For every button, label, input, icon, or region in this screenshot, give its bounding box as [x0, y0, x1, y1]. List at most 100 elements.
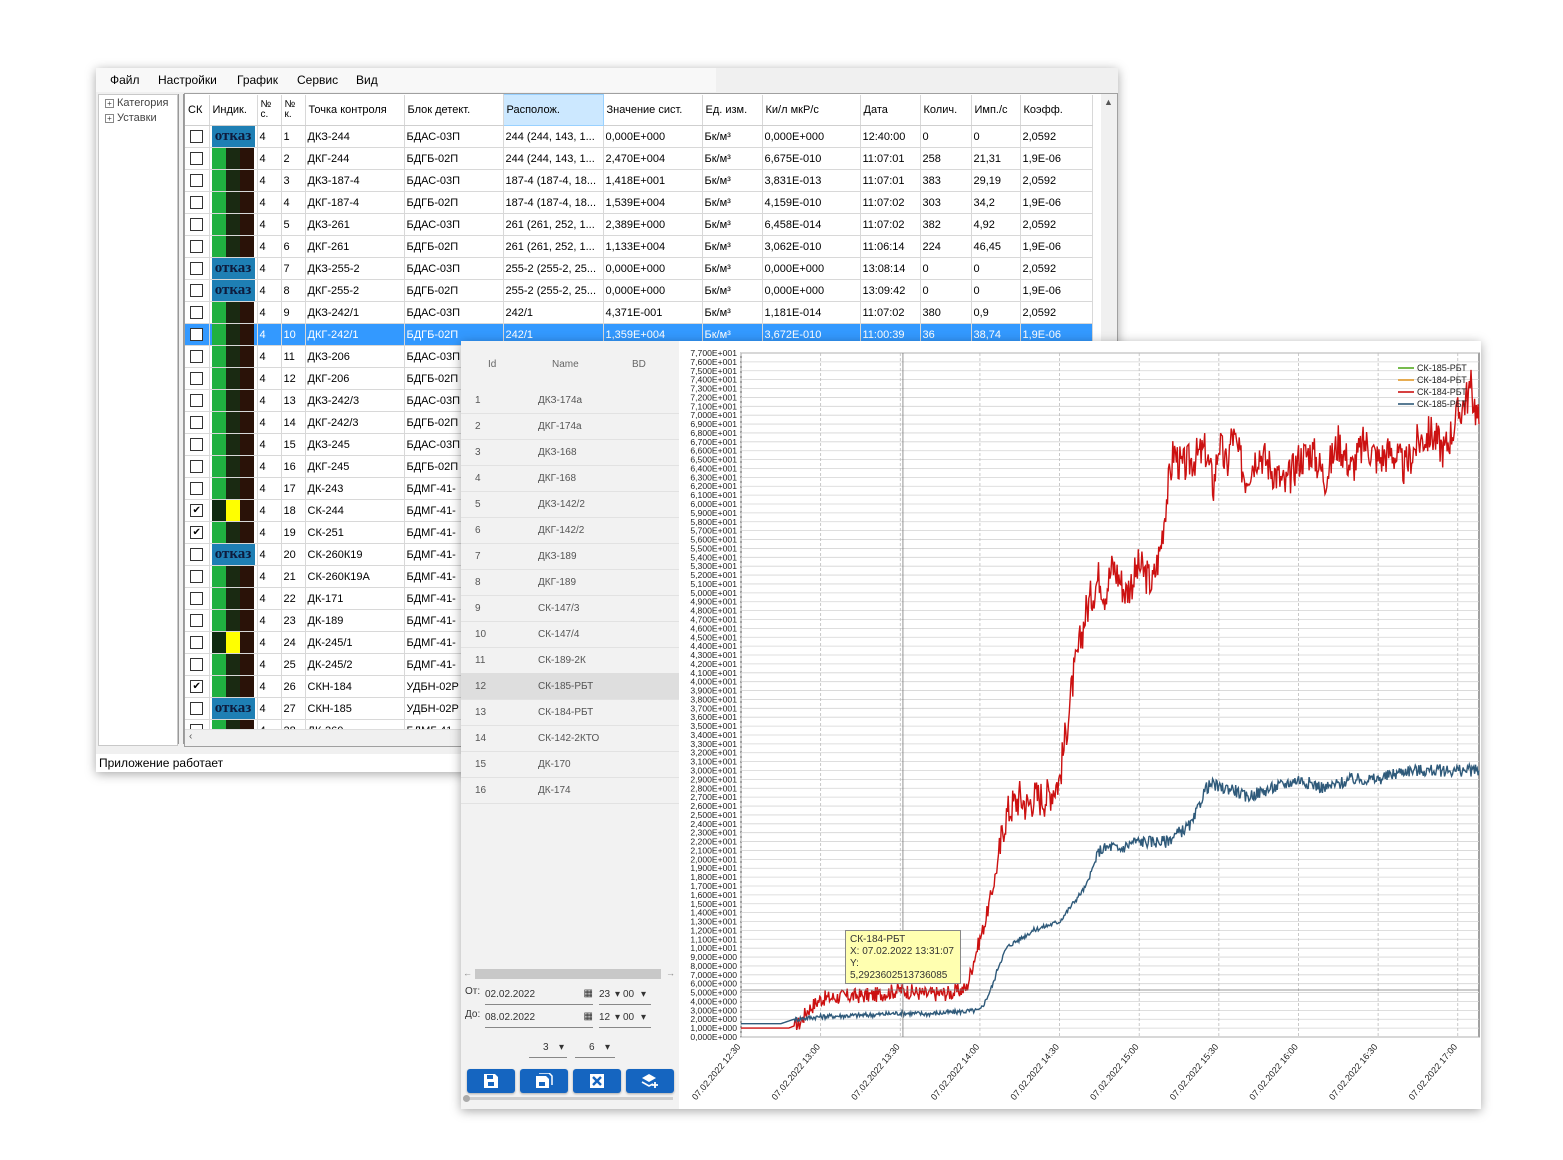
- row-checkbox[interactable]: [190, 614, 204, 627]
- save-all-button[interactable]: [520, 1069, 568, 1093]
- row-checkbox[interactable]: [190, 548, 204, 561]
- table-row[interactable]: 4 3 ДКЗ-187-4 БДАС-03П 187-4 (187-4, 18... 1,…: [185, 169, 1093, 192]
- list-item[interactable]: 15 ДК-170: [461, 751, 679, 778]
- row-checkbox[interactable]: [190, 658, 204, 671]
- table-row[interactable]: 4 5 ДКЗ-261 БДАС-03П 261 (261, 252, 1... 2,38…: [185, 213, 1093, 236]
- menu-service[interactable]: Сервис: [297, 73, 338, 87]
- list-header-bd[interactable]: BD: [632, 359, 646, 370]
- list-item[interactable]: 9 СК-147/3: [461, 595, 679, 622]
- clear-button[interactable]: [573, 1069, 621, 1093]
- row-checkbox[interactable]: [190, 394, 204, 407]
- table-row[interactable]: отказ 4 1 ДКЗ-244 БДАС-03П 244 (244, 143, 1..…: [185, 125, 1093, 148]
- column-header[interactable]: Индик.: [209, 94, 258, 126]
- row-checkbox[interactable]: [190, 350, 204, 363]
- scroll-thumb[interactable]: [475, 969, 661, 979]
- column-header[interactable]: № к.: [281, 94, 306, 126]
- table-row[interactable]: отказ 4 7 ДКЗ-255-2 БДАС-03П 255-2 (255-2, 25…: [185, 257, 1093, 280]
- list-item[interactable]: 10 СК-147/4: [461, 621, 679, 648]
- row-checkbox[interactable]: ✔: [190, 680, 204, 693]
- from-time-picker[interactable]: 23 ▾ 00 ▾: [599, 986, 651, 1005]
- table-row[interactable]: 4 2 ДКГ-244 БДГБ-02П 244 (244, 143, 1... 2,47…: [185, 147, 1093, 170]
- calendar-icon[interactable]: ▦: [584, 1011, 593, 1022]
- list-item[interactable]: 7 ДКЗ-189: [461, 543, 679, 570]
- row-checkbox[interactable]: [190, 702, 204, 715]
- tree-item-setpoints[interactable]: + Уставки: [105, 112, 157, 124]
- list-item[interactable]: 2 ДКГ-174а: [461, 413, 679, 440]
- column-header[interactable]: № с.: [257, 94, 282, 126]
- bottom-scrollbar[interactable]: [463, 1095, 673, 1102]
- list-item[interactable]: 1 ДКЗ-174а: [461, 387, 679, 414]
- list-item[interactable]: 11 СК-189-2К: [461, 647, 679, 674]
- column-header[interactable]: Ед. изм.: [702, 94, 763, 126]
- menu-settings[interactable]: Настройки: [158, 73, 217, 87]
- menu-file[interactable]: Файл: [110, 73, 140, 87]
- scroll-right-icon[interactable]: →: [666, 968, 675, 978]
- column-header[interactable]: Точка контроля: [305, 94, 405, 126]
- column-header[interactable]: СК: [185, 94, 210, 126]
- row-checkbox[interactable]: [190, 460, 204, 473]
- list-item[interactable]: 16 ДК-174: [461, 777, 679, 804]
- list-item[interactable]: 14 СК-142-2КТО: [461, 725, 679, 752]
- list-item[interactable]: 12 СК-185-РБТ: [461, 673, 679, 700]
- row-checkbox[interactable]: [190, 570, 204, 583]
- list-item[interactable]: 4 ДКГ-168: [461, 465, 679, 492]
- from-date-field[interactable]: 02.02.2022 ▦: [485, 986, 593, 1005]
- list-item[interactable]: 5 ДКЗ-142/2: [461, 491, 679, 518]
- scroll-up-icon[interactable]: ▲: [1104, 97, 1113, 107]
- list-header-id[interactable]: Id: [488, 359, 496, 370]
- row-checkbox[interactable]: [190, 240, 204, 253]
- table-row[interactable]: 4 9 ДКЗ-242/1 БДАС-03П 242/1 4,371E-001 Бк/м³ 1…: [185, 301, 1093, 324]
- spin-a[interactable]: 3 ▾: [529, 1039, 567, 1058]
- save-button[interactable]: [467, 1069, 515, 1093]
- row-checkbox[interactable]: [190, 152, 204, 165]
- column-header[interactable]: Значение сист.: [603, 94, 703, 126]
- scroll-left-icon[interactable]: ‹: [189, 731, 192, 742]
- expand-icon[interactable]: +: [105, 113, 114, 123]
- column-header[interactable]: Блок детект.: [404, 94, 504, 126]
- row-checkbox[interactable]: [190, 130, 204, 143]
- list-header-name[interactable]: Name: [552, 359, 579, 370]
- to-date-field[interactable]: 08.02.2022 ▦: [485, 1009, 593, 1028]
- list-horizontal-scrollbar[interactable]: ← →: [463, 968, 675, 980]
- column-header[interactable]: Ки/л мкР/с: [762, 94, 861, 126]
- row-checkbox[interactable]: ✔: [190, 504, 204, 517]
- y-tick-label: 1,700E+001: [690, 881, 737, 891]
- expand-icon[interactable]: +: [105, 98, 114, 108]
- row-checkbox[interactable]: ✔: [190, 526, 204, 539]
- row-checkbox[interactable]: [190, 174, 204, 187]
- scroll-thumb[interactable]: [463, 1095, 470, 1102]
- row-checkbox[interactable]: [190, 218, 204, 231]
- column-header[interactable]: Располож.: [502, 94, 604, 126]
- list-item[interactable]: 6 ДКГ-142/2: [461, 517, 679, 544]
- cell-block: БДГБ-02П: [404, 279, 504, 302]
- column-header[interactable]: Колич.: [920, 94, 972, 126]
- menu-view[interactable]: Вид: [356, 73, 378, 87]
- menu-chart[interactable]: График: [237, 73, 278, 87]
- list-item[interactable]: 8 ДКГ-189: [461, 569, 679, 596]
- tree-item-category[interactable]: + Категория: [105, 97, 168, 109]
- to-time-picker[interactable]: 12 ▾ 00 ▾: [599, 1009, 651, 1028]
- row-checkbox[interactable]: [190, 284, 204, 297]
- spin-b[interactable]: 6 ▾: [575, 1039, 615, 1058]
- row-checkbox[interactable]: [190, 262, 204, 275]
- add-layer-button[interactable]: [626, 1069, 674, 1093]
- column-header[interactable]: Дата: [860, 94, 921, 126]
- table-row[interactable]: 4 6 ДКГ-261 БДГБ-02П 261 (261, 252, 1... 1,13…: [185, 235, 1093, 258]
- list-item[interactable]: 13 СК-184-РБТ: [461, 699, 679, 726]
- table-row[interactable]: отказ 4 8 ДКГ-255-2 БДГБ-02П 255-2 (255-2, 25…: [185, 279, 1093, 302]
- row-checkbox[interactable]: [190, 372, 204, 385]
- scroll-left-icon[interactable]: ←: [463, 968, 472, 978]
- row-checkbox[interactable]: [190, 196, 204, 209]
- column-header[interactable]: Имп./с: [971, 94, 1021, 126]
- row-checkbox[interactable]: [190, 416, 204, 429]
- row-checkbox[interactable]: [190, 438, 204, 451]
- row-checkbox[interactable]: [190, 328, 204, 341]
- column-header[interactable]: Коэфф.: [1020, 94, 1093, 126]
- row-checkbox[interactable]: [190, 306, 204, 319]
- row-checkbox[interactable]: [190, 592, 204, 605]
- calendar-icon[interactable]: ▦: [584, 988, 593, 999]
- table-row[interactable]: 4 4 ДКГ-187-4 БДГБ-02П 187-4 (187-4, 18... 1,…: [185, 191, 1093, 214]
- row-checkbox[interactable]: [190, 636, 204, 649]
- row-checkbox[interactable]: [190, 482, 204, 495]
- list-item[interactable]: 3 ДКЗ-168: [461, 439, 679, 466]
